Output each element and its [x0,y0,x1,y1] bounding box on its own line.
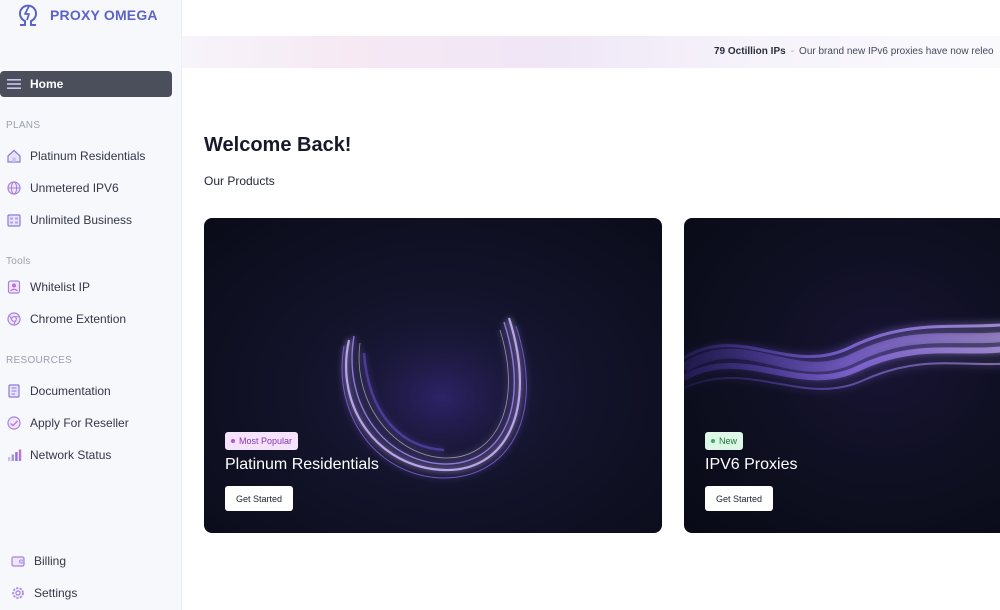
logo-icon [19,4,37,26]
sidebar-item-label: Home [30,77,64,91]
home-icon [7,149,21,163]
sidebar-item-label: Chrome Extention [30,312,127,326]
section-label-plans: PLANS [6,120,41,131]
sidebar-item-chrome-extention[interactable]: Chrome Extention [0,306,172,332]
badge-dot [231,439,235,443]
sidebar-item-label: Unmetered IPV6 [30,181,119,195]
sidebar: PROXY OMEGA Home PLANS Platinum Resident… [0,0,182,610]
section-label-tools: Tools [6,256,31,267]
menu-icon [7,79,21,89]
page-title: Welcome Back! [204,134,352,156]
sidebar-item-label: Unlimited Business [30,213,133,227]
sidebar-item-label: Billing [34,554,67,568]
products-heading: Our Products [204,174,275,188]
globe-icon [7,181,21,195]
sidebar-item-settings[interactable]: Settings [0,580,172,606]
sidebar-item-home[interactable]: Home [0,71,172,97]
product-card-ipv6-proxies[interactable]: New IPV6 Proxies Get Started [684,218,1000,533]
signal-bars-icon [8,449,22,461]
badge-label: New [719,436,738,446]
get-started-button[interactable]: Get Started [225,486,294,511]
product-card-title: IPV6 Proxies [705,456,798,473]
sidebar-item-platinum-residentials[interactable]: Platinum Residentials [0,143,172,169]
wallet-icon [11,556,25,567]
get-started-button[interactable]: Get Started [705,486,774,511]
sidebar-item-unmetered-ipv6[interactable]: Unmetered IPV6 [0,175,172,201]
badge-dot [711,439,715,443]
sidebar-item-apply-for-reseller[interactable]: Apply For Reseller [0,410,172,436]
sidebar-item-documentation[interactable]: Documentation [0,378,172,404]
banner-separator: - [790,46,795,57]
sidebar-item-unlimited-business[interactable]: Unlimited Business [0,207,172,233]
banner-highlight: 79 Octillion IPs [714,46,786,57]
gear-icon [12,587,24,599]
sidebar-item-label: Settings [34,586,78,600]
logo[interactable]: PROXY OMEGA [14,0,158,30]
sidebar-item-label: Whitelist IP [30,280,91,294]
sidebar-item-billing[interactable]: Billing [0,548,172,574]
sidebar-item-label: Network Status [30,448,112,462]
user-shield-icon [7,280,21,294]
badge-new: New [705,432,744,450]
badge-label: Most Popular [239,436,293,446]
product-card-title: Platinum Residentials [225,456,379,473]
product-card-platinum-residentials[interactable]: Most Popular Platinum Residentials Get S… [204,218,662,533]
announcement-banner[interactable]: 79 Octillion IPs - Our brand new IPv6 prox… [182,36,1000,68]
book-icon [8,384,20,398]
banner-message: Our brand new IPv6 proxies have now rele… [799,46,994,57]
sidebar-item-network-status[interactable]: Network Status [0,442,172,468]
chrome-icon [7,312,21,326]
handshake-icon [7,416,21,430]
sidebar-item-whitelist-ip[interactable]: Whitelist IP [0,274,172,300]
badge-most-popular: Most Popular [225,432,299,450]
sidebar-item-label: Apply For Reseller [30,416,129,430]
section-label-resources: RESOURCES [6,355,73,366]
building-icon [7,214,21,227]
sidebar-item-label: Documentation [30,384,111,398]
sidebar-item-label: Platinum Residentials [30,149,146,163]
brand-name: PROXY OMEGA [50,7,158,23]
